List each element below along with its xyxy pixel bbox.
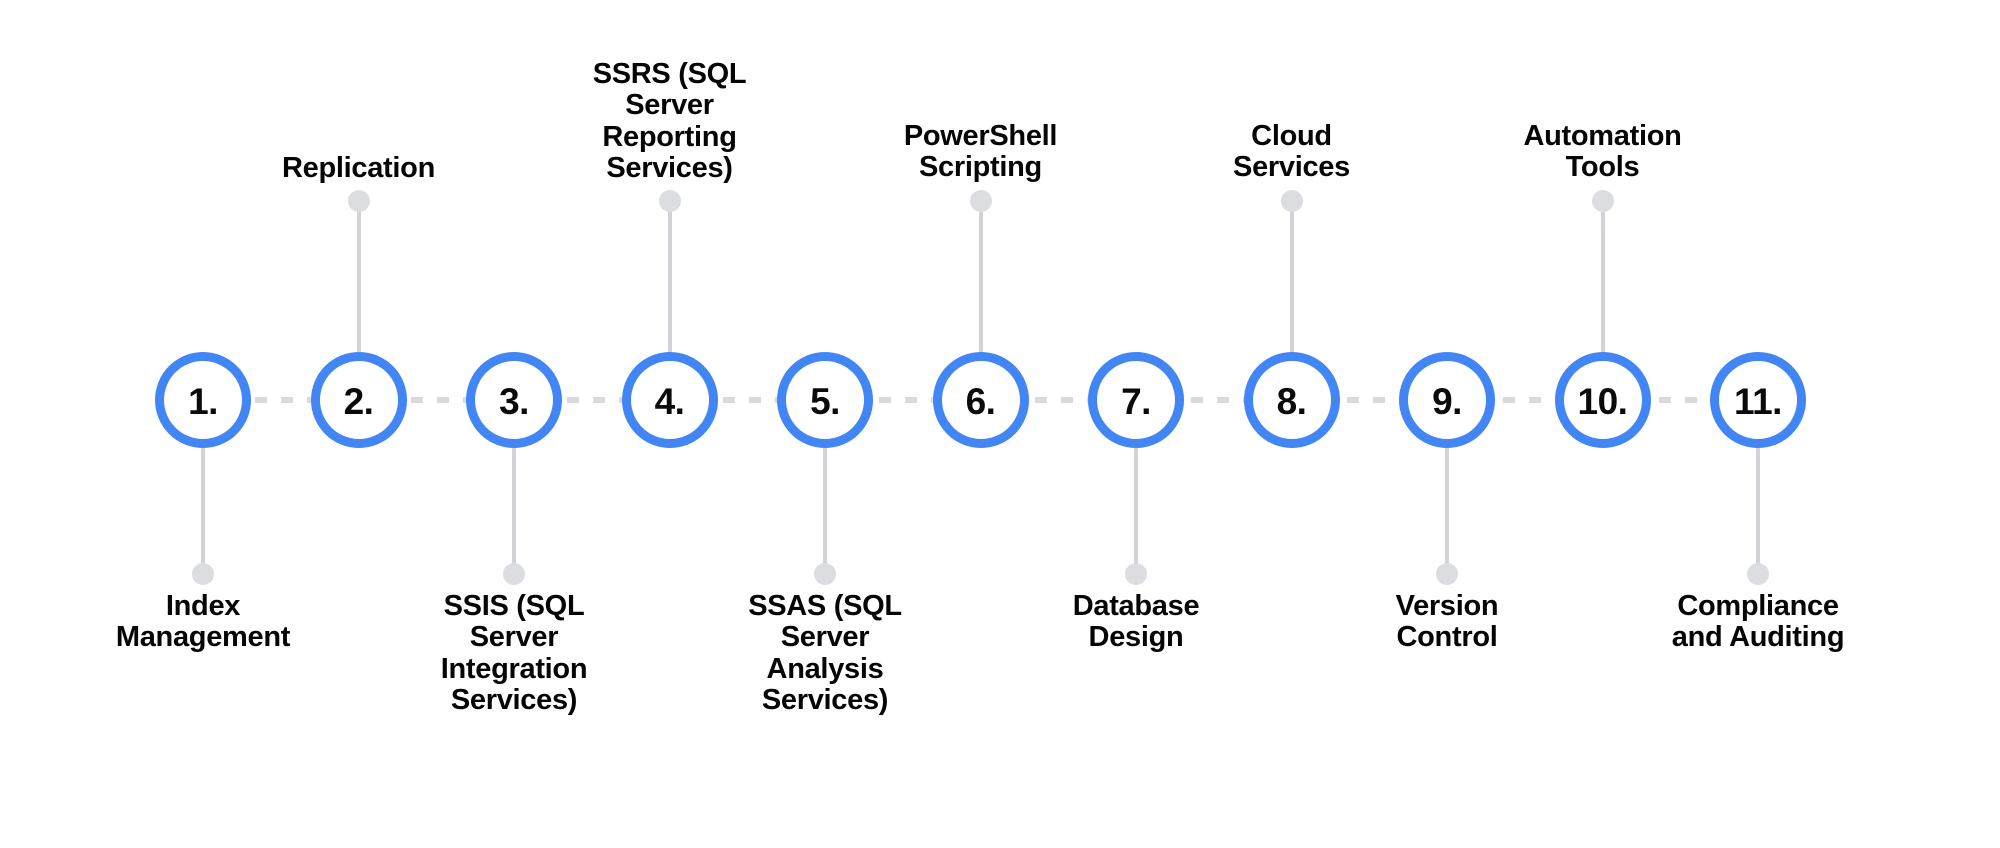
connector-stem <box>201 448 205 578</box>
connector-dot <box>192 563 214 585</box>
connector-dot <box>1125 563 1147 585</box>
step-number: 11. <box>1734 380 1782 422</box>
step-label-3: SSIS (SQL Server Integration Services) <box>440 590 588 716</box>
step-circle-10[interactable]: 10. <box>1554 352 1651 448</box>
step-circle-11[interactable]: 11. <box>1710 352 1806 448</box>
connector-stem <box>823 448 827 578</box>
step-circle-7[interactable]: 7. <box>1088 352 1184 448</box>
connector-dot <box>969 190 992 212</box>
step-label-6: PowerShell Scripting <box>903 120 1058 184</box>
step-label-10: Automation Tools <box>1523 120 1682 184</box>
timeline-diagram: 1. Index Management 2. Replication 3. SSIS (S… <box>0 0 2000 848</box>
step-number: 7. <box>1121 380 1151 422</box>
step-number: 2. <box>343 380 374 422</box>
step-number: 9. <box>1432 380 1462 422</box>
connector-dot <box>503 563 525 585</box>
step-circle-8[interactable]: 8. <box>1243 352 1340 448</box>
connector-stem <box>512 448 516 578</box>
connector-stem <box>1134 448 1138 578</box>
connector-stem <box>1445 448 1449 578</box>
connector-stem <box>1600 197 1605 352</box>
step-label-2: Replication <box>282 152 435 184</box>
step-circle-1[interactable]: 1. <box>155 352 251 448</box>
connector-stem <box>356 197 361 352</box>
step-circle-9[interactable]: 9. <box>1399 352 1495 448</box>
step-number: 1. <box>188 380 218 422</box>
connector-dot <box>814 563 836 585</box>
step-circle-5[interactable]: 5. <box>777 352 873 448</box>
connector-dot <box>347 190 370 212</box>
connector-stem <box>1289 197 1294 352</box>
step-number: 6. <box>965 380 996 422</box>
connector-dot <box>1280 190 1303 212</box>
step-label-5: SSAS (SQL Server Analysis Services) <box>748 590 902 716</box>
step-circle-2[interactable]: 2. <box>310 352 407 448</box>
connector-stem <box>978 197 983 352</box>
step-circle-3[interactable]: 3. <box>466 352 562 448</box>
connector-dot <box>658 190 681 212</box>
connector-stem <box>1756 448 1760 578</box>
connector-stem <box>667 197 672 352</box>
step-circle-4[interactable]: 4. <box>621 352 718 448</box>
step-label-7: Database Design <box>1072 590 1200 654</box>
step-circle-6[interactable]: 6. <box>932 352 1029 448</box>
step-label-11: Compliance and Auditing <box>1671 590 1845 654</box>
step-number: 5. <box>810 380 840 422</box>
connector-dot <box>1591 190 1614 212</box>
step-label-8: Cloud Services <box>1233 120 1350 184</box>
step-number: 4. <box>654 380 685 422</box>
step-number: 10. <box>1577 380 1628 422</box>
connector-dot <box>1747 563 1769 585</box>
step-number: 3. <box>499 380 529 422</box>
step-number: 8. <box>1276 380 1307 422</box>
step-label-1: Index Management <box>115 590 291 654</box>
step-label-9: Version Control <box>1395 590 1499 654</box>
step-label-4: SSRS (SQL Server Reporting Services) <box>592 58 747 184</box>
connector-dot <box>1436 563 1458 585</box>
